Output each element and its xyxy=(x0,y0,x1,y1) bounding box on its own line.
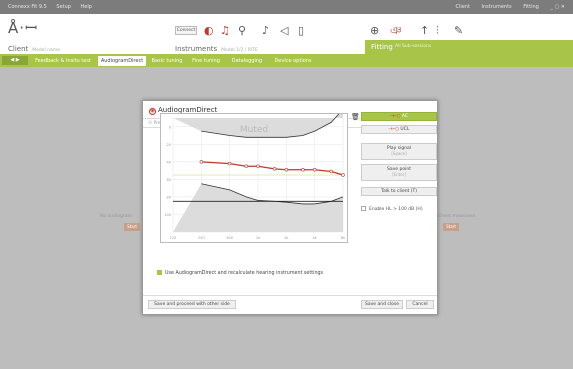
bg-client-measured-text: Client measured xyxy=(438,214,475,219)
instruments-sub: Model 1/2 / RITE xyxy=(221,48,258,53)
x-tick-label: 2k xyxy=(284,236,289,240)
tab-device-options[interactable]: Device options xyxy=(270,56,316,66)
ear-icon[interactable]: ♫ xyxy=(220,25,230,37)
ac-point xyxy=(329,169,333,174)
legend-ac-label: AC xyxy=(401,114,408,119)
legend-ac-button[interactable]: ⟞─○ AC xyxy=(361,112,437,121)
tune-arrow-icon[interactable]: ↑ xyxy=(420,25,429,37)
window-controls-icon[interactable]: _ ▢ ✕ xyxy=(550,4,565,10)
tab-audiogramdirect[interactable]: AudiogramDirect xyxy=(98,56,146,66)
audiogram-plot[interactable]: 0 20 40 60 80 100 125 250 500 1k 2k 4k 8k Muted xyxy=(160,108,348,243)
target-icon[interactable]: ⊕ xyxy=(370,25,379,37)
use-audiogramdirect-label: Use AudiogramDirect and recalculate hear… xyxy=(165,271,324,276)
tab-basic-tuning[interactable]: Basic tuning xyxy=(148,56,186,66)
dialog-footer-divider xyxy=(143,295,437,296)
enable-hl-option[interactable]: Enable HL > 100 dB (H) xyxy=(361,206,423,212)
fitting-ear-icon[interactable]: ঞ xyxy=(390,25,402,37)
save-point-button[interactable]: Save point [Enter] xyxy=(361,164,437,181)
fitting-label: Fitting xyxy=(371,43,393,51)
ac-point xyxy=(199,160,204,164)
x-tick-label: 250 xyxy=(198,236,205,240)
title-right-fitting[interactable]: Fitting xyxy=(523,4,539,10)
feedback-icon[interactable]: ◐ xyxy=(204,25,214,37)
play-signal-button[interactable]: Play signal [Space] xyxy=(361,143,437,160)
bg-no-audiogram-text: No audiogram xyxy=(100,214,132,219)
ac-point xyxy=(256,164,260,168)
y-tick-label: 40 xyxy=(167,160,171,164)
hearing-instrument-logo-icon: Å·ꟷ xyxy=(8,19,39,37)
menu-item-help[interactable]: Help xyxy=(81,4,92,10)
nav-arrows-icon[interactable]: ◀ ▶ xyxy=(2,56,28,65)
tab-bar: ◀ ▶ Feedback & Insitu test AudiogramDire… xyxy=(0,54,573,67)
program-icon[interactable]: ⚲ xyxy=(238,25,246,37)
y-tick-label: 100 xyxy=(164,213,171,217)
audiogram-icon: ◉ xyxy=(149,108,156,115)
save-proceed-button[interactable]: Save and proceed with other side xyxy=(148,300,236,309)
save-close-button[interactable]: Save and close xyxy=(361,300,403,309)
trash-icon[interactable]: 🗑 xyxy=(351,113,360,121)
title-right-instruments[interactable]: Instruments xyxy=(482,4,512,10)
title-right-client[interactable]: Client xyxy=(455,4,469,10)
connect-button[interactable]: Connect xyxy=(175,26,197,35)
fitting-sub: All Sub-sessions xyxy=(395,44,432,49)
use-audiogramdirect-checkbox[interactable] xyxy=(157,270,162,275)
ac-point xyxy=(301,168,305,172)
title-bar: Connexx Fit 9.5 Setup Help Client Instru… xyxy=(0,0,573,14)
ac-point xyxy=(244,164,248,168)
ac-point xyxy=(272,167,277,171)
ac-point xyxy=(227,161,232,166)
battery-icon[interactable]: ▯ xyxy=(298,25,304,37)
bg-start-button-right: Start xyxy=(443,223,459,231)
enable-hl-checkbox[interactable] xyxy=(361,206,366,211)
client-label: Client xyxy=(8,45,29,53)
menu-item-app[interactable]: Connexx Fit 9.5 xyxy=(8,4,47,10)
menu-item-setup[interactable]: Setup xyxy=(56,4,71,10)
save-point-shortcut: [Enter] xyxy=(392,172,406,177)
fitting-section[interactable]: Fitting All Sub-sessions xyxy=(365,40,573,54)
bg-start-button: Start xyxy=(124,223,140,231)
muted-label: Muted xyxy=(240,125,268,135)
equalizer-icon[interactable]: ⫶ xyxy=(436,25,439,37)
x-tick-label: 4k xyxy=(313,236,318,240)
tab-feedback[interactable]: Feedback & Insitu test xyxy=(30,56,96,66)
sound-icon[interactable]: ♪ xyxy=(262,25,269,37)
ac-point xyxy=(341,173,345,177)
y-tick-label: 20 xyxy=(167,143,171,147)
cancel-button[interactable]: Cancel xyxy=(406,300,434,309)
x-tick-label: 125 xyxy=(170,236,177,240)
volume-icon[interactable]: ◁ xyxy=(280,25,288,37)
tools-icon[interactable]: ✎ xyxy=(454,25,463,37)
tab-datalogging[interactable]: Datalogging xyxy=(226,56,268,66)
ac-point xyxy=(284,168,289,172)
instruments-section[interactable]: Instruments Model 1/2 / RITE xyxy=(175,45,258,53)
legend-ucl-label: UCL xyxy=(400,127,410,132)
y-tick-label: 0 xyxy=(169,125,171,129)
client-section[interactable]: Client Model name xyxy=(8,45,60,53)
y-tick-label: 80 xyxy=(167,195,171,199)
ucl-line-icon: ⟞─○ xyxy=(388,127,399,132)
client-sub: Model name xyxy=(32,48,60,53)
x-tick-label: 1k xyxy=(256,236,261,240)
legend-ucl-button[interactable]: ⟞─○ UCL xyxy=(361,125,437,134)
audiogramdirect-dialog: ◉AudiogramDirect ① Preparation ② Acousti… xyxy=(142,100,438,315)
use-audiogramdirect-option[interactable]: Use AudiogramDirect and recalculate hear… xyxy=(157,270,323,276)
title-bar-right: Client Instruments Fitting _ ▢ ✕ xyxy=(445,4,565,10)
menu-bar: Connexx Fit 9.5 Setup Help xyxy=(8,4,100,10)
x-tick-label: 8k xyxy=(341,236,346,240)
play-signal-shortcut: [Space] xyxy=(391,151,407,156)
tab-fine-tuning[interactable]: Fine tuning xyxy=(188,56,224,66)
ac-point xyxy=(312,168,317,172)
ac-line-icon: ⟞─○ xyxy=(390,114,401,119)
enable-hl-label: Enable HL > 100 dB (H) xyxy=(369,207,423,212)
talk-to-client-button[interactable]: Talk to client (T) xyxy=(361,187,437,196)
y-tick-label: 60 xyxy=(167,178,171,182)
x-tick-label: 500 xyxy=(226,236,233,240)
instruments-label: Instruments xyxy=(175,45,218,53)
ac-series-line xyxy=(201,161,344,176)
audiogram-svg[interactable]: 0 20 40 60 80 100 125 250 500 1k 2k 4k 8k Muted xyxy=(161,108,347,242)
